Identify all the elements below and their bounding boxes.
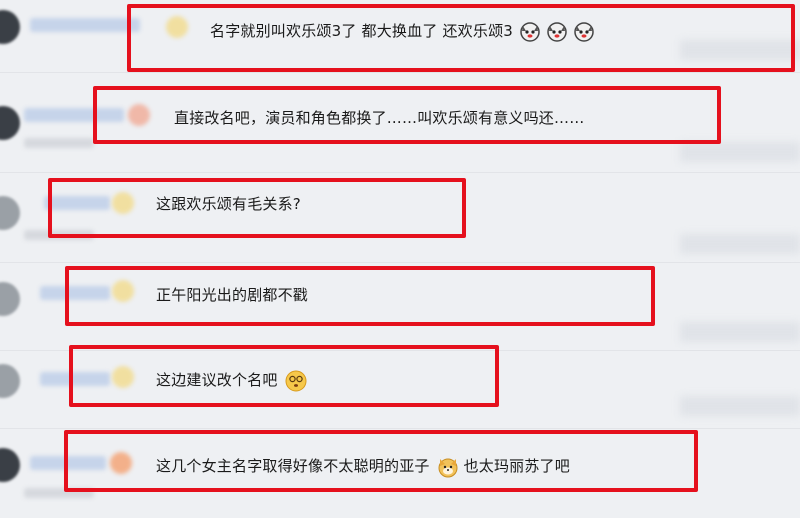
highlight-frame bbox=[69, 345, 499, 407]
blurred-actions bbox=[680, 396, 800, 416]
blurred-actions bbox=[680, 322, 800, 342]
username-blurred[interactable] bbox=[30, 18, 140, 32]
comment-meta-blurred bbox=[24, 138, 94, 148]
highlight-frame bbox=[48, 178, 466, 238]
comment-feed: 名字就别叫欢乐颂3了 都大换血了 还欢乐颂3 直接改名吧，演员和角色都换了……叫… bbox=[0, 0, 800, 518]
highlight-frame bbox=[93, 86, 721, 144]
highlight-frame bbox=[64, 430, 698, 492]
avatar[interactable] bbox=[0, 448, 20, 482]
avatar[interactable] bbox=[0, 196, 20, 230]
blurred-actions bbox=[680, 234, 800, 254]
highlight-frame bbox=[127, 4, 795, 72]
avatar[interactable] bbox=[0, 364, 20, 398]
avatar[interactable] bbox=[0, 106, 20, 140]
highlight-frame bbox=[65, 266, 655, 326]
avatar[interactable] bbox=[0, 282, 20, 316]
avatar[interactable] bbox=[0, 10, 20, 44]
blurred-actions bbox=[680, 142, 800, 162]
